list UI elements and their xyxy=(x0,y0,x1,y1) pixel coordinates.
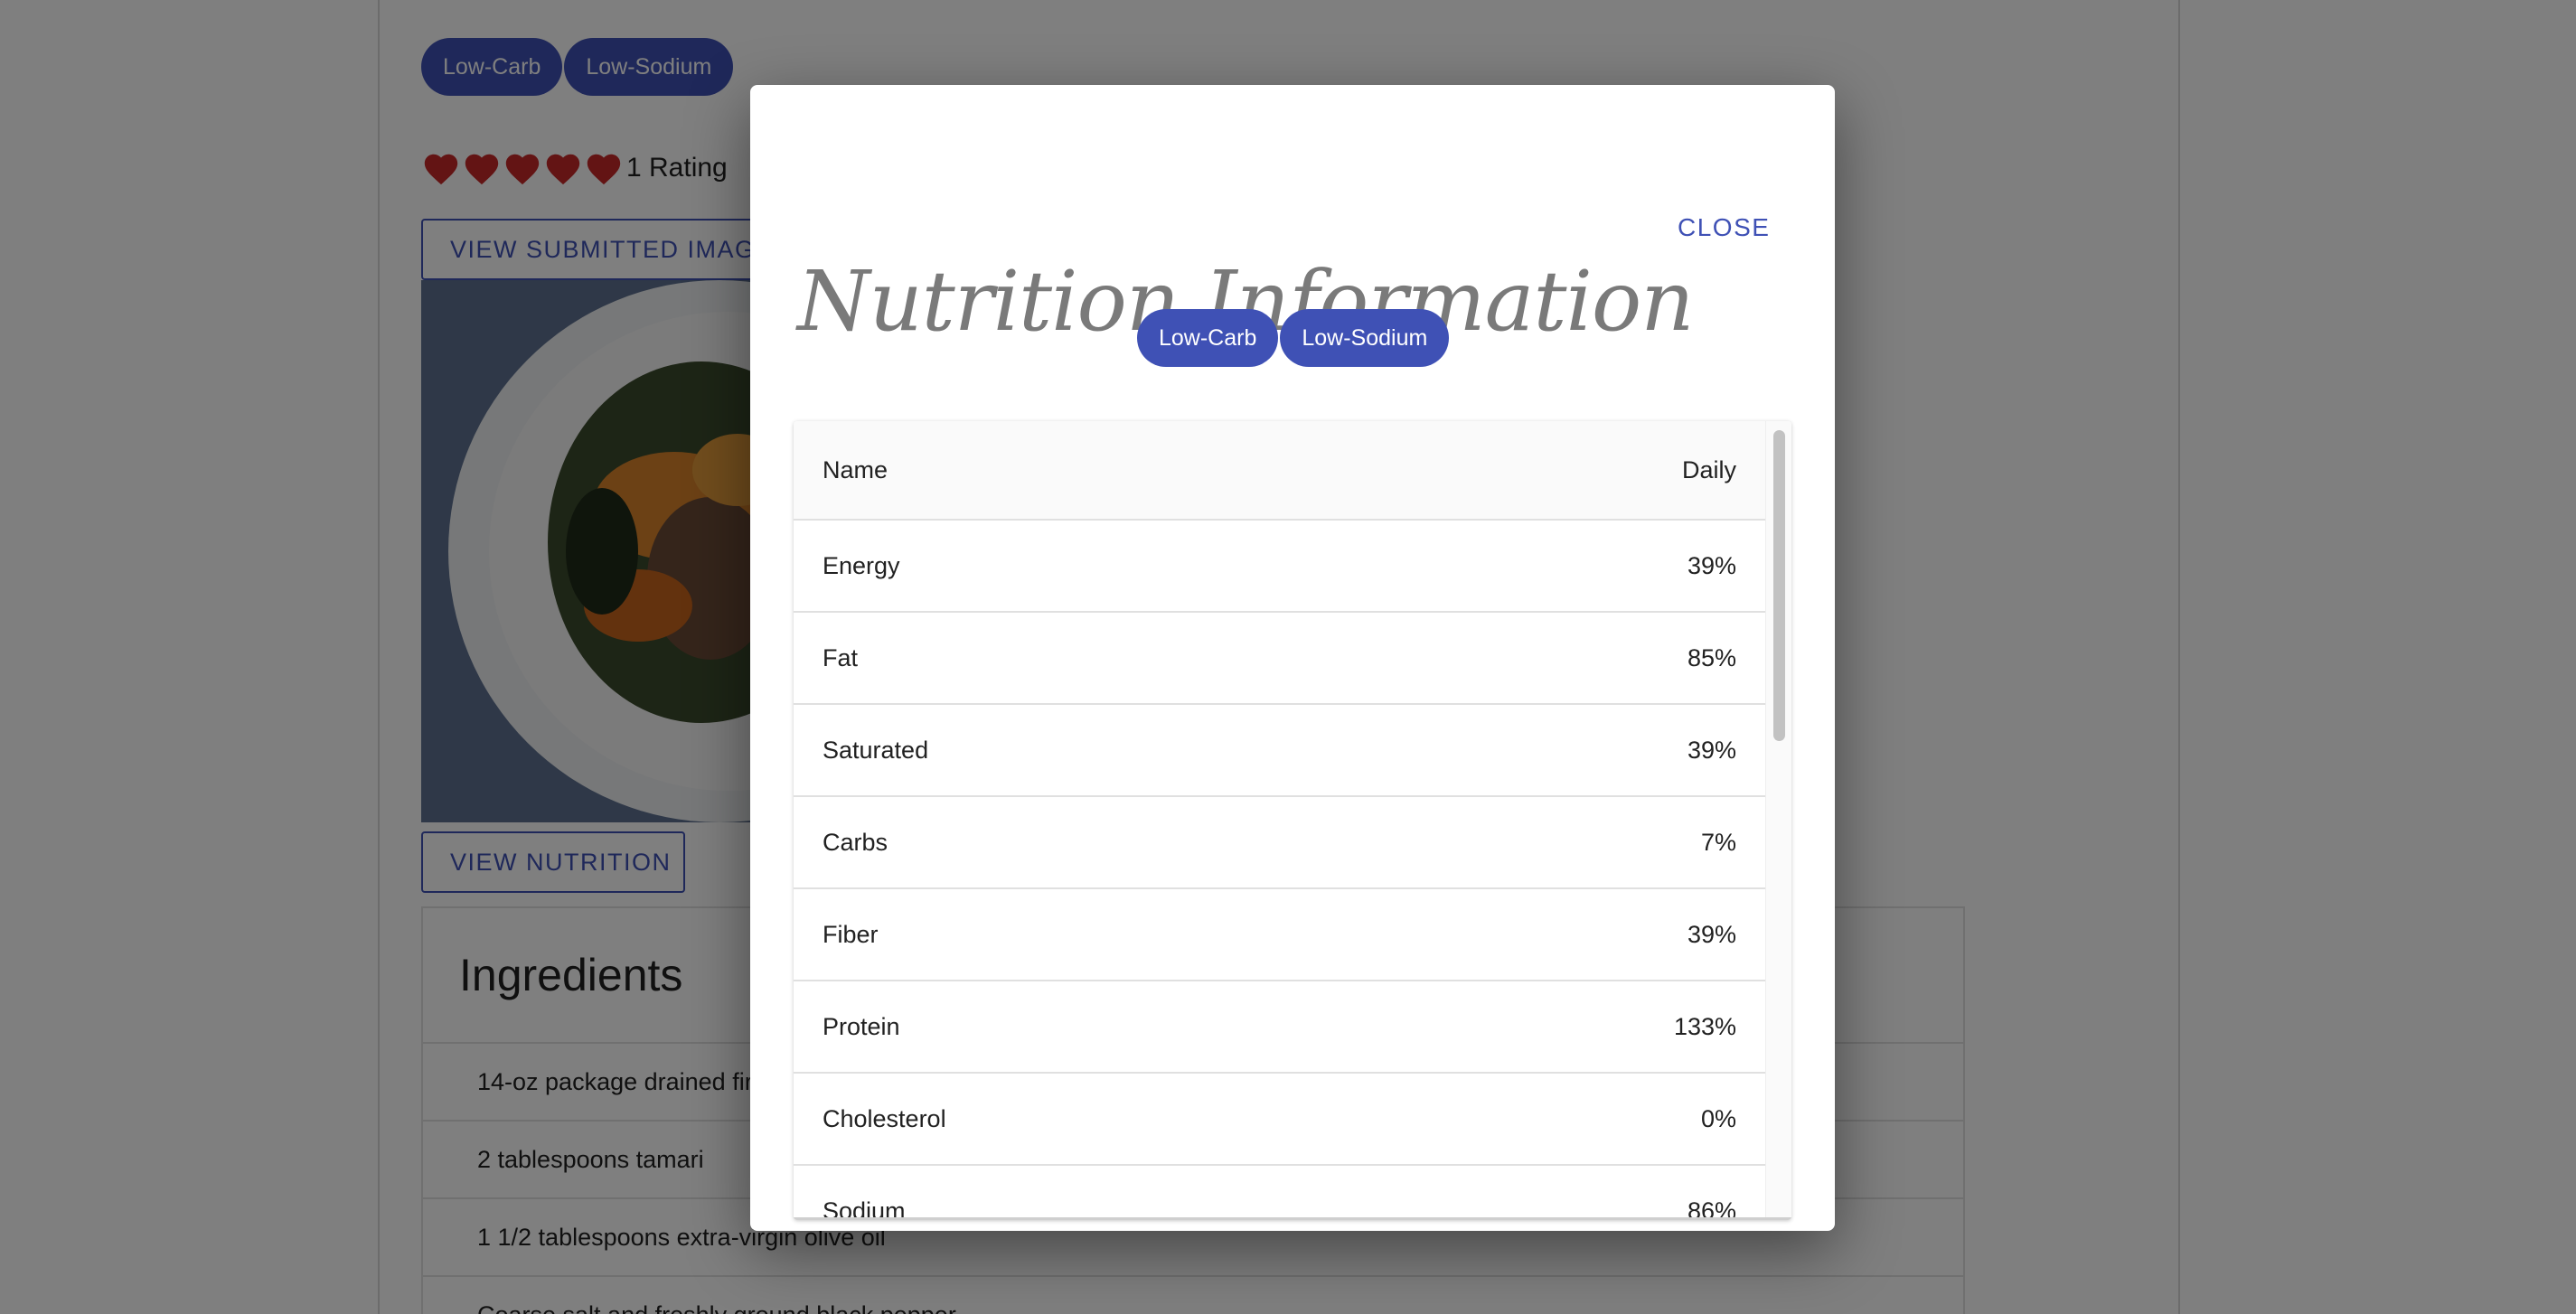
nutrient-name: Cholesterol xyxy=(823,1104,946,1132)
nutrient-name: Protein xyxy=(823,1012,900,1040)
table-bottom-border xyxy=(794,1217,1791,1220)
scrollbar-thumb[interactable] xyxy=(1773,430,1785,741)
nutrient-name: Energy xyxy=(823,551,900,579)
table-row: Saturated 39% xyxy=(794,705,1765,797)
nutrient-daily: 39% xyxy=(1687,736,1736,764)
nutrient-name: Carbs xyxy=(823,828,888,856)
table-row: Fiber 39% xyxy=(794,889,1765,981)
nutrient-daily: 133% xyxy=(1673,1012,1736,1040)
table-scrollbar[interactable] xyxy=(1765,421,1791,1220)
table-header: Name Daily xyxy=(794,421,1765,521)
nutrient-daily: 39% xyxy=(1687,920,1736,948)
table-row: Protein 133% xyxy=(794,981,1765,1074)
nutrient-daily: 7% xyxy=(1700,828,1736,856)
table-row: Fat 85% xyxy=(794,613,1765,705)
nutrient-name: Saturated xyxy=(823,736,929,764)
tag-chip[interactable]: Low-Carb xyxy=(1137,309,1279,367)
nutrient-daily: 0% xyxy=(1700,1104,1736,1132)
nutrition-table: Name Daily Energy 39% Fat 85% Saturated … xyxy=(794,421,1791,1220)
close-button[interactable]: CLOSE xyxy=(1654,199,1793,257)
table-row: Sodium 86% xyxy=(794,1166,1765,1221)
nutrient-daily: 85% xyxy=(1687,643,1736,671)
nutrient-daily: 39% xyxy=(1687,551,1736,579)
dialog-diet-tags: Low-Carb Low-Sodium xyxy=(1137,309,1450,367)
nutrient-name: Fat xyxy=(823,643,859,671)
table-row: Energy 39% xyxy=(794,521,1765,613)
table-row: Cholesterol 0% xyxy=(794,1074,1765,1166)
nutrition-dialog: Nutrition Information CLOSE Low-Carb Low… xyxy=(750,85,1835,1231)
column-header-name[interactable]: Name xyxy=(823,456,888,484)
tag-chip[interactable]: Low-Sodium xyxy=(1280,309,1450,367)
nutrient-name: Fiber xyxy=(823,920,879,948)
column-header-daily[interactable]: Daily xyxy=(1682,456,1736,484)
table-row: Carbs 7% xyxy=(794,797,1765,889)
